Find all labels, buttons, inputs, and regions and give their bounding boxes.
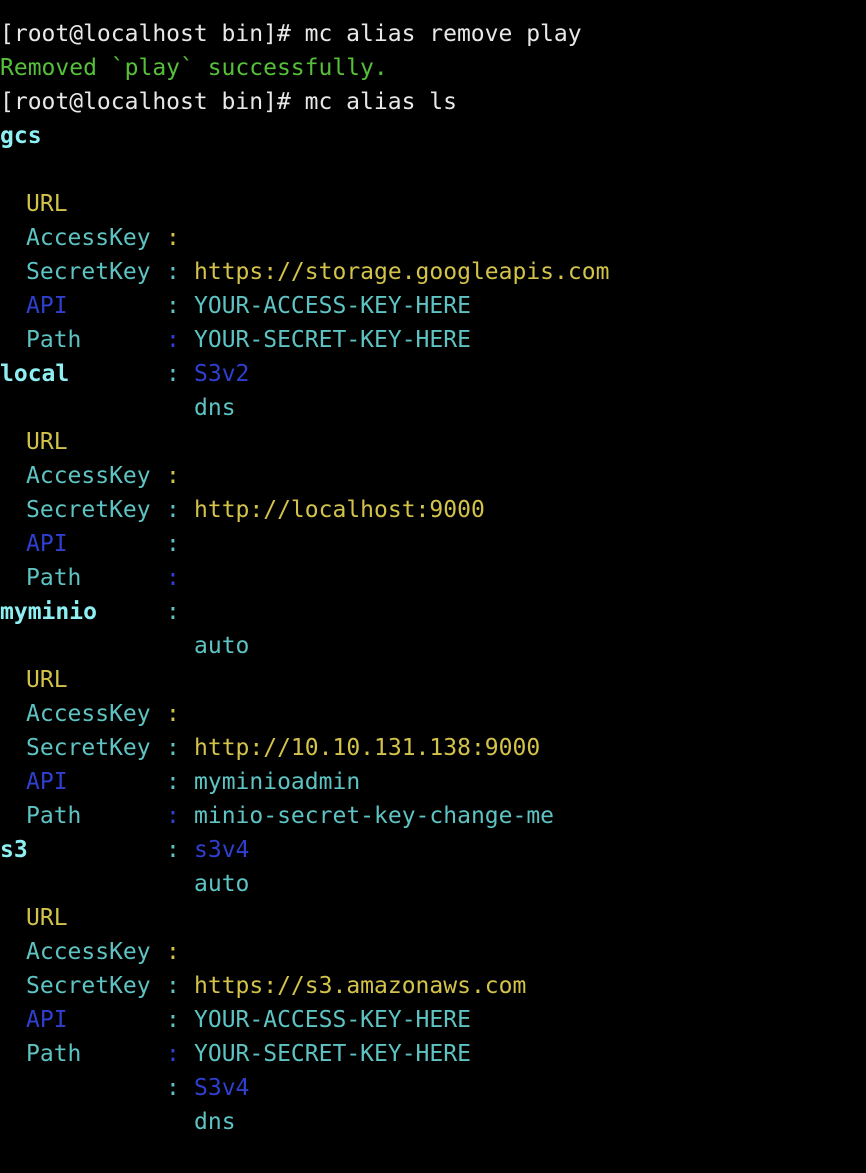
- alias-access-key-row: AccessKey :: [0, 425, 866, 523]
- path-label: Path: [26, 565, 82, 591]
- alias-url-row: URL : https://storage.googleapis.com: [0, 153, 866, 285]
- path-label: Path: [26, 803, 82, 829]
- terminal-window[interactable]: [root@localhost bin]# mc alias remove pl…: [0, 0, 866, 1135]
- separator: :: [166, 327, 180, 353]
- alias-access-key-row: AccessKey : myminioadmin: [0, 663, 866, 795]
- alias-name: myminio: [0, 599, 97, 625]
- secret-key-value: minio-secret-key-change-me: [194, 803, 555, 829]
- alias-url-row: URL : http://10.10.131.138:9000: [0, 629, 866, 761]
- alias-access-key-row: AccessKey : YOUR-ACCESS-KEY-HERE: [0, 901, 866, 1033]
- alias-name: local: [0, 361, 70, 387]
- separator: :: [166, 803, 180, 829]
- alias-path-row: Path : dns: [0, 289, 866, 421]
- alias-api-row: API : S3v4: [0, 969, 866, 1101]
- success-message: Removed `play` successfully.: [0, 55, 388, 81]
- path-label: Path: [26, 327, 82, 353]
- separator: :: [166, 565, 180, 591]
- alias-url-row: URL : http://localhost:9000: [0, 391, 866, 523]
- secret-key-value: YOUR-SECRET-KEY-HERE: [194, 1041, 471, 1067]
- path-label: Path: [26, 1041, 82, 1067]
- alias-name: gcs: [0, 123, 42, 149]
- alias-url-row: URL : https://s3.amazonaws.com: [0, 867, 866, 999]
- alias-secret-key-row: SecretKey : minio-secret-key-change-me: [0, 697, 866, 829]
- separator: :: [166, 1041, 180, 1067]
- secret-key-value: YOUR-SECRET-KEY-HERE: [194, 327, 471, 353]
- command-line-alias-ls: [root@localhost bin]# mc alias ls: [0, 89, 457, 115]
- separator: :: [166, 1075, 180, 1101]
- alias-api-row: API : s3v4: [0, 731, 866, 863]
- alias-access-key-row: AccessKey : YOUR-ACCESS-KEY-HERE: [0, 187, 866, 319]
- alias-path-row: Path : auto: [0, 765, 866, 897]
- alias-name: s3: [0, 837, 28, 863]
- alias-secret-key-row: SecretKey : YOUR-SECRET-KEY-HERE: [0, 221, 866, 353]
- alias-secret-key-row: SecretKey : YOUR-SECRET-KEY-HERE: [0, 935, 866, 1067]
- alias-block-s3: s3 URL : https://s3.amazonaws.com Access…: [0, 833, 866, 1135]
- alias-path-row: Path : dns: [0, 1003, 866, 1135]
- alias-block-local: local URL : http://localhost:9000 Access…: [0, 357, 866, 659]
- alias-api-row: API :: [0, 493, 866, 591]
- api-value: S3v4: [194, 1075, 250, 1101]
- alias-secret-key-row: SecretKey :: [0, 459, 866, 557]
- alias-api-row: API : S3v2: [0, 255, 866, 387]
- alias-path-row: Path : auto: [0, 527, 866, 659]
- path-value: dns: [194, 1109, 236, 1135]
- command-line-alias-remove: [root@localhost bin]# mc alias remove pl…: [0, 21, 582, 47]
- alias-block-gcs: gcs URL : https://storage.googleapis.com…: [0, 119, 866, 421]
- alias-block-myminio: myminio URL : http://10.10.131.138:9000 …: [0, 595, 866, 897]
